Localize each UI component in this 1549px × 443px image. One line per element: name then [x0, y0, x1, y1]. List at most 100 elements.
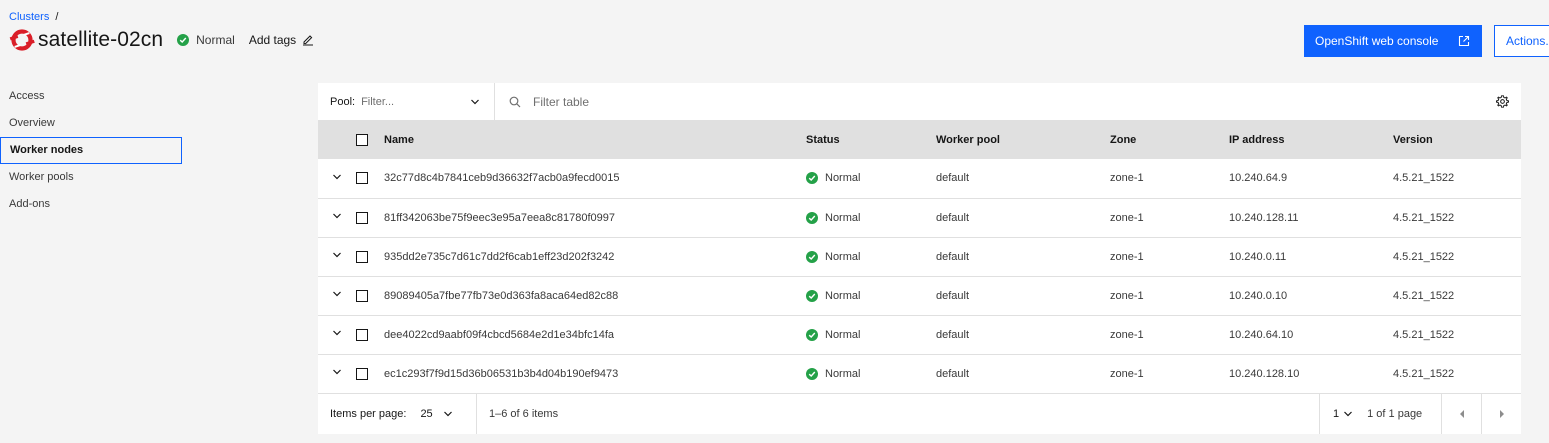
table-toolbar: Pool: Filter... Filter table — [318, 82, 1521, 121]
worker-nodes-table-container: Pool: Filter... Filter table Name Status… — [318, 82, 1521, 434]
table-row: 89089405a7fbe77fb73e0d363fa8aca64ed82c88… — [318, 276, 1521, 315]
node-status-label: Normal — [825, 172, 861, 185]
node-version: 4.5.21_1522 — [1393, 289, 1455, 302]
row-checkbox[interactable] — [356, 211, 368, 224]
items-per-page-select[interactable]: 25 — [420, 408, 432, 420]
node-ip-address: 10.240.0.11 — [1229, 250, 1287, 263]
items-per-page-label: Items per page: — [330, 407, 407, 420]
gear-icon — [1495, 95, 1509, 108]
add-tags-button[interactable]: Add tags — [249, 33, 314, 47]
previous-page-button[interactable] — [1441, 393, 1481, 434]
node-ip-address: 10.240.0.10 — [1229, 289, 1288, 302]
table-settings-button[interactable] — [1483, 95, 1521, 108]
caret-left-icon — [1459, 409, 1464, 418]
node-version: 4.5.21_1522 — [1393, 250, 1455, 263]
node-zone: zone-1 — [1110, 250, 1144, 263]
row-checkbox[interactable] — [356, 328, 368, 341]
node-worker-pool: default — [936, 328, 970, 341]
page-header: satellite-02cn Normal Add tags — [9, 26, 314, 54]
openshift-web-console-button[interactable]: OpenShift web console — [1304, 25, 1482, 57]
pool-filter-placeholder: Filter... — [361, 95, 395, 108]
column-header-worker-pool[interactable]: Worker pool — [936, 121, 1110, 159]
node-name: 935dd2e735c7d61c7dd2f6cab1eff23d202f3242 — [384, 250, 615, 263]
openshift-web-console-label: OpenShift web console — [1315, 34, 1439, 48]
search-icon — [509, 96, 521, 107]
node-name: ec1c293f7f9d15d36b06531b3b4d04b190ef9473 — [384, 367, 619, 380]
check-circle-icon — [806, 289, 818, 302]
node-version: 4.5.21_1522 — [1393, 211, 1455, 224]
node-ip-address: 10.240.64.9 — [1229, 172, 1288, 185]
page-title: satellite-02cn — [38, 28, 164, 51]
table-search-input[interactable]: Filter table — [495, 83, 1483, 121]
pagination: Items per page: 25 1–6 of 6 items 1 1 of… — [318, 393, 1521, 434]
check-circle-icon — [806, 250, 818, 263]
table-search-placeholder: Filter table — [533, 94, 590, 109]
actions-button[interactable]: Actions... — [1494, 25, 1549, 57]
column-header-version[interactable]: Version — [1393, 121, 1521, 159]
pool-filter-label: Pool: — [330, 95, 356, 108]
node-name: 32c77d8c4b7841ceb9d36632f7acb0a9fecd0015 — [384, 172, 620, 185]
node-zone: zone-1 — [1110, 172, 1144, 185]
row-checkbox[interactable] — [356, 289, 368, 302]
page-count: 1 of 1 page — [1367, 407, 1423, 420]
chevron-down-icon[interactable] — [332, 211, 342, 221]
chevron-down-icon[interactable] — [443, 409, 453, 419]
add-tags-label: Add tags — [248, 33, 297, 47]
node-status-label: Normal — [825, 289, 861, 302]
chevron-down-icon — [1344, 411, 1353, 416]
node-worker-pool: default — [936, 367, 970, 380]
check-circle-icon — [806, 172, 818, 185]
select-all-checkbox[interactable] — [356, 134, 368, 147]
node-ip-address: 10.240.128.10 — [1229, 367, 1300, 380]
node-name: dee4022cd9aabf09f4cbcd5684e2d1e34bfc14fa — [384, 328, 614, 341]
row-checkbox[interactable] — [356, 172, 368, 185]
pool-filter-dropdown[interactable]: Pool: Filter... — [318, 82, 495, 121]
chevron-down-icon[interactable] — [332, 289, 342, 299]
column-header-status[interactable]: Status — [806, 121, 936, 159]
chevron-down-icon[interactable] — [332, 172, 342, 182]
node-ip-address: 10.240.128.11 — [1229, 211, 1299, 224]
sidebar-item-overview[interactable]: Overview — [0, 110, 182, 137]
chevron-down-icon[interactable] — [332, 328, 342, 338]
openshift-logo-icon — [9, 29, 35, 51]
node-zone: zone-1 — [1110, 211, 1144, 224]
node-status-label: Normal — [825, 328, 861, 341]
sidebar-item-access[interactable]: Access — [0, 83, 182, 110]
node-version: 4.5.21_1522 — [1393, 172, 1455, 185]
worker-nodes-table: Name Status Worker pool Zone IP address … — [318, 121, 1521, 394]
node-zone: zone-1 — [1110, 289, 1144, 302]
node-status-label: Normal — [825, 250, 861, 263]
check-circle-icon — [806, 211, 818, 224]
table-row: ec1c293f7f9d15d36b06531b3b4d04b190ef9473… — [318, 354, 1521, 393]
cluster-status: Normal — [177, 33, 235, 47]
caret-right-icon — [1499, 409, 1504, 418]
node-version: 4.5.21_1522 — [1393, 328, 1455, 341]
column-header-name[interactable]: Name — [384, 121, 806, 159]
chevron-down-icon[interactable] — [332, 367, 342, 377]
row-checkbox[interactable] — [356, 367, 368, 380]
row-checkbox[interactable] — [356, 250, 368, 263]
column-header-zone[interactable]: Zone — [1110, 121, 1229, 159]
node-name: 81ff342063be75f9eec3e95a7eea8c81780f0997 — [384, 211, 616, 224]
sidebar-item-worker-nodes[interactable]: Worker nodes — [0, 137, 182, 164]
next-page-button[interactable] — [1481, 393, 1521, 434]
node-ip-address: 10.240.64.10 — [1229, 328, 1294, 341]
node-worker-pool: default — [936, 211, 970, 224]
table-row: 81ff342063be75f9eec3e95a7eea8c81780f0997… — [318, 198, 1521, 237]
check-circle-icon — [177, 34, 190, 46]
chevron-down-icon[interactable] — [332, 250, 342, 260]
page-select[interactable]: 1 1 of 1 page — [1319, 393, 1441, 434]
breadcrumb: Clusters / — [9, 11, 58, 23]
column-header-ip-address[interactable]: IP address — [1229, 121, 1393, 159]
check-circle-icon — [806, 367, 818, 380]
page-number: 1 — [1333, 407, 1340, 420]
items-per-page: Items per page: 25 — [318, 393, 477, 434]
sidebar-item-worker-pools[interactable]: Worker pools — [0, 164, 182, 191]
table-row: dee4022cd9aabf09f4cbcd5684e2d1e34bfc14fa… — [318, 315, 1521, 354]
node-status: Normal — [806, 328, 936, 341]
sidebar-item-add-ons[interactable]: Add-ons — [0, 191, 182, 218]
edit-icon — [303, 35, 314, 46]
breadcrumb-clusters-link[interactable]: Clusters — [9, 11, 49, 23]
node-name: 89089405a7fbe77fb73e0d363fa8aca64ed82c88 — [384, 289, 619, 302]
side-nav: Access Overview Worker nodes Worker pool… — [0, 83, 182, 218]
